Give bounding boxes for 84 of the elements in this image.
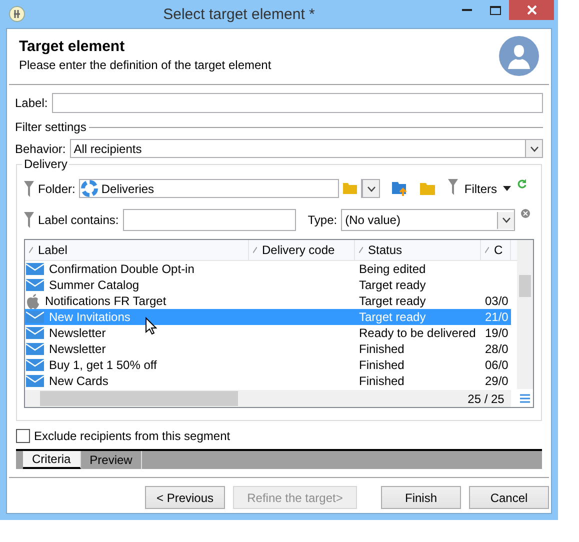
folder-icon[interactable] xyxy=(420,182,436,194)
column-header[interactable]: C xyxy=(481,240,511,260)
tab[interactable]: Criteria xyxy=(23,451,81,469)
checkbox-label: Exclude recipients from this segment xyxy=(34,429,230,443)
dialog-heading: Target element xyxy=(19,38,126,55)
cursor-icon xyxy=(145,317,157,335)
envelope-icon xyxy=(26,327,44,339)
type-dropdown[interactable]: (No value) xyxy=(341,209,516,231)
table-cell: Newsletter xyxy=(49,326,106,340)
apple-icon xyxy=(26,294,40,308)
field-label: Type: xyxy=(308,213,338,227)
horizontal-scrollbar[interactable] xyxy=(25,390,511,407)
sort-icon xyxy=(29,247,33,253)
table-cell: Target ready xyxy=(359,278,426,292)
table-cell: Buy 1, get 1 50% off xyxy=(49,358,157,372)
sort-icon xyxy=(485,247,489,253)
table-cell: Target ready xyxy=(359,310,426,324)
group-title: Delivery xyxy=(22,157,70,171)
column-header[interactable]: Delivery code xyxy=(249,240,355,260)
field-label: Behavior: xyxy=(15,142,66,156)
menu-icon[interactable] xyxy=(520,394,530,403)
table-row[interactable]: Newsletter Finished 28/0 xyxy=(25,341,511,357)
envelope-icon xyxy=(26,375,44,387)
dialog-button[interactable]: < Previous xyxy=(145,486,225,509)
close-icon[interactable] xyxy=(509,0,554,20)
caret-icon xyxy=(503,186,512,191)
field-label: Label: xyxy=(15,96,48,110)
table-cell: 06/0 xyxy=(485,358,508,372)
table-cell: 21/0 xyxy=(485,310,508,324)
dialog-subtitle: Please enter the definition of the target element xyxy=(19,58,272,72)
clear-icon[interactable] xyxy=(521,209,530,218)
envelope-icon xyxy=(26,343,44,355)
funnel-icon xyxy=(24,212,34,228)
table-cell: New Cards xyxy=(49,374,108,388)
table-cell: 19/0 xyxy=(485,326,508,340)
table-cell: 28/0 xyxy=(485,342,508,356)
sort-icon xyxy=(253,247,257,253)
envelope-icon xyxy=(26,279,44,291)
folder-upload-icon[interactable] xyxy=(392,182,408,196)
exclude-checkbox[interactable] xyxy=(16,429,30,443)
envelope-icon xyxy=(26,263,44,275)
app-icon xyxy=(9,6,25,22)
window-title: Select target element * xyxy=(162,6,316,22)
refresh-icon[interactable] xyxy=(517,179,528,189)
lifebuoy-icon xyxy=(81,180,98,197)
folder-icon[interactable] xyxy=(343,183,358,194)
filters-button[interactable]: Filters xyxy=(462,182,514,196)
column-header[interactable]: Label xyxy=(25,240,249,260)
section-title: Filter settings xyxy=(15,120,86,134)
table-cell: Ready to be delivered xyxy=(359,326,476,340)
field-label: Label contains: xyxy=(38,213,119,227)
table-cell: 29/0 xyxy=(485,374,508,388)
table-cell: Target ready xyxy=(359,294,426,308)
table-cell: Finished xyxy=(359,374,404,388)
envelope-icon xyxy=(26,359,44,371)
table-cell: New Invitations xyxy=(49,310,130,324)
table-cell: Notifications FR Target xyxy=(45,294,166,308)
field-label: Folder: xyxy=(38,182,76,196)
table-cell: 03/0 xyxy=(485,294,508,308)
dialog-button[interactable]: Cancel xyxy=(469,486,549,509)
dialog-button[interactable]: Finish xyxy=(381,486,461,509)
table-cell: Being edited xyxy=(359,262,426,276)
table-cell: Finished xyxy=(359,342,404,356)
sort-icon xyxy=(359,247,363,253)
table-row[interactable]: Newsletter Ready to be delivered 19/0 xyxy=(25,325,511,341)
table-cell: Summer Catalog xyxy=(49,278,140,292)
column-header[interactable]: Status xyxy=(355,240,481,260)
user-avatar-icon xyxy=(499,36,539,76)
table-cell: Newsletter xyxy=(49,342,106,356)
table-cell: Finished xyxy=(359,358,404,372)
folder-field[interactable]: Deliveries xyxy=(79,179,340,198)
table-row[interactable]: Buy 1, get 1 50% off Finished 06/0 xyxy=(25,357,511,373)
vertical-scrollbar[interactable] xyxy=(517,240,533,389)
label-field[interactable] xyxy=(52,93,543,113)
table-row[interactable]: New Cards Finished 29/0 xyxy=(25,373,511,389)
record-count: 25 / 25 xyxy=(466,390,506,407)
table-row[interactable]: Notifications FR Target Target ready 03/0 xyxy=(25,293,511,309)
behavior-dropdown[interactable]: All recipients xyxy=(70,139,543,158)
tab[interactable]: Preview xyxy=(80,451,142,469)
envelope-icon xyxy=(26,311,44,323)
funnel-icon xyxy=(24,180,34,196)
table-cell: Confirmation Double Opt-in xyxy=(49,262,194,276)
funnel-icon xyxy=(448,179,458,195)
label-contains-field[interactable] xyxy=(122,209,296,231)
